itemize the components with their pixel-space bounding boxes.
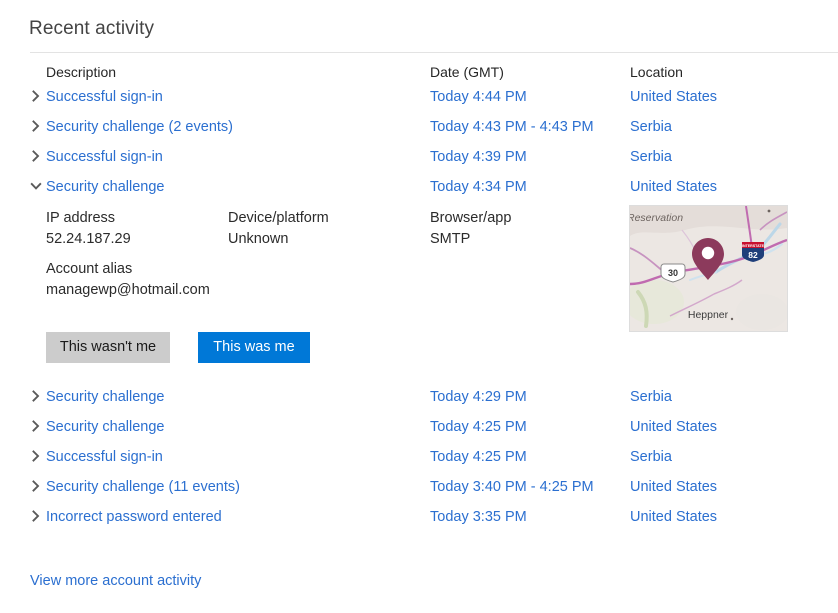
detail-device-label: Device/platform xyxy=(228,208,329,229)
detail-browser-value: SMTP xyxy=(430,229,511,250)
activity-description-link[interactable]: Security challenge (2 events) xyxy=(46,112,233,142)
view-more-account-activity-link[interactable]: View more account activity xyxy=(30,573,201,589)
detail-ip-value: 52.24.187.29 xyxy=(46,229,131,250)
map-city-label: Heppner xyxy=(688,309,729,321)
page-title: Recent activity xyxy=(29,17,154,41)
this-wasnt-me-button[interactable]: This wasn't me xyxy=(46,332,170,363)
activity-description-link[interactable]: Successful sign-in xyxy=(46,82,163,112)
table-row[interactable]: Successful sign-in Today 4:25 PM Serbia xyxy=(30,442,838,472)
detail-device-value: Unknown xyxy=(228,229,329,250)
map-reservation-label: Reservation xyxy=(630,212,683,224)
chevron-right-icon[interactable] xyxy=(30,146,42,166)
activity-date: Today 4:25 PM xyxy=(430,442,527,472)
chevron-down-icon[interactable] xyxy=(30,176,42,196)
this-was-me-button[interactable]: This was me xyxy=(198,332,310,363)
table-row[interactable]: Security challenge Today 4:29 PM Serbia xyxy=(30,382,838,412)
detail-browser-label: Browser/app xyxy=(430,208,511,229)
detail-account-alias: Account alias managewp@hotmail.com xyxy=(46,259,210,301)
chevron-right-icon[interactable] xyxy=(30,476,42,496)
table-row[interactable]: Security challenge (2 events) Today 4:43… xyxy=(30,112,838,142)
activity-description-link[interactable]: Security challenge (11 events) xyxy=(46,472,240,502)
activity-location: United States xyxy=(630,82,717,112)
table-row[interactable]: Security challenge Today 4:25 PM United … xyxy=(30,412,838,442)
activity-location: United States xyxy=(630,472,717,502)
location-map-thumbnail[interactable]: Reservation 30 INTERSTATE 82 xyxy=(629,205,788,332)
detail-alias-value: managewp@hotmail.com xyxy=(46,280,210,301)
chevron-right-icon[interactable] xyxy=(30,506,42,526)
table-row[interactable]: Successful sign-in Today 4:44 PM United … xyxy=(30,82,838,112)
activity-date: Today 3:35 PM xyxy=(430,502,527,532)
chevron-right-icon[interactable] xyxy=(30,446,42,466)
activity-location: United States xyxy=(630,172,717,202)
detail-alias-label: Account alias xyxy=(46,259,210,280)
activity-date: Today 4:39 PM xyxy=(430,142,527,172)
svg-text:82: 82 xyxy=(748,250,758,260)
activity-description-link[interactable]: Security challenge xyxy=(46,382,165,412)
activity-location: United States xyxy=(630,502,717,532)
activity-date: Today 4:43 PM - 4:43 PM xyxy=(430,112,594,142)
detail-ip-address: IP address 52.24.187.29 xyxy=(46,208,131,250)
table-row[interactable]: Successful sign-in Today 4:39 PM Serbia xyxy=(30,142,838,172)
activity-location: United States xyxy=(630,412,717,442)
svg-text:30: 30 xyxy=(668,268,678,278)
activity-date: Today 4:34 PM xyxy=(430,172,527,202)
chevron-right-icon[interactable] xyxy=(30,416,42,436)
chevron-right-icon[interactable] xyxy=(30,86,42,106)
detail-browser-app: Browser/app SMTP xyxy=(430,208,511,250)
table-row[interactable]: Security challenge (11 events) Today 3:4… xyxy=(30,472,838,502)
detail-action-buttons: This wasn't me This was me xyxy=(46,332,310,363)
chevron-right-icon[interactable] xyxy=(30,116,42,136)
recent-activity-table: Description Date (GMT) Location Successf… xyxy=(30,52,838,532)
detail-device-platform: Device/platform Unknown xyxy=(228,208,329,250)
activity-location: Serbia xyxy=(630,442,672,472)
svg-text:INTERSTATE: INTERSTATE xyxy=(742,244,765,248)
activity-date: Today 4:25 PM xyxy=(430,412,527,442)
table-row[interactable]: Incorrect password entered Today 3:35 PM… xyxy=(30,502,838,532)
activity-description-link[interactable]: Incorrect password entered xyxy=(46,502,222,532)
activity-date: Today 3:40 PM - 4:25 PM xyxy=(430,472,594,502)
detail-ip-label: IP address xyxy=(46,208,131,229)
activity-detail-panel: IP address 52.24.187.29 Device/platform … xyxy=(30,202,838,382)
activity-description-link[interactable]: Security challenge xyxy=(46,172,165,202)
activity-description-link[interactable]: Successful sign-in xyxy=(46,442,163,472)
activity-description-link[interactable]: Successful sign-in xyxy=(46,142,163,172)
activity-location: Serbia xyxy=(630,382,672,412)
activity-date: Today 4:44 PM xyxy=(430,82,527,112)
chevron-right-icon[interactable] xyxy=(30,386,42,406)
table-header-row: Description Date (GMT) Location xyxy=(30,53,838,82)
activity-description-link[interactable]: Security challenge xyxy=(46,412,165,442)
activity-date: Today 4:29 PM xyxy=(430,382,527,412)
activity-location: Serbia xyxy=(630,112,672,142)
activity-location: Serbia xyxy=(630,142,672,172)
table-row-expanded[interactable]: Security challenge Today 4:34 PM United … xyxy=(30,172,838,202)
